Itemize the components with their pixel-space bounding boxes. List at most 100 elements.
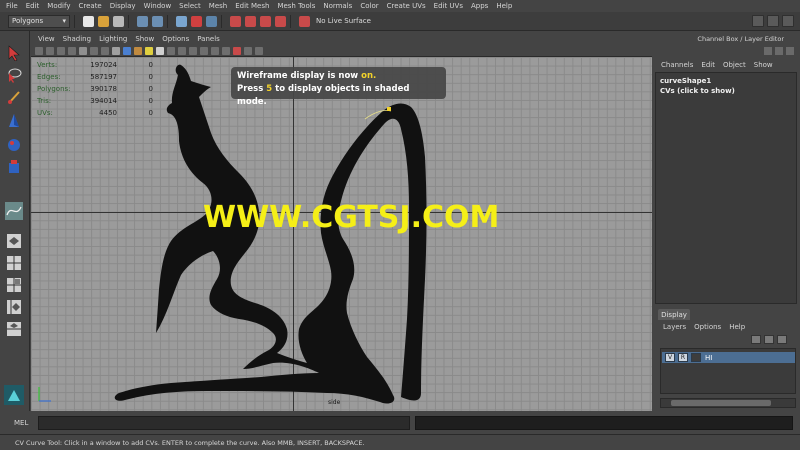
layer-editor-toggle-icon[interactable] bbox=[775, 47, 783, 55]
bookmarks-icon[interactable] bbox=[57, 46, 65, 55]
resolution-gate-icon[interactable] bbox=[101, 46, 109, 55]
layer-display-type-toggle[interactable]: R bbox=[678, 353, 688, 362]
create-empty-layer-icon[interactable] bbox=[764, 335, 774, 344]
command-language-toggle[interactable]: MEL bbox=[14, 419, 28, 427]
menu-window[interactable]: Window bbox=[141, 2, 177, 10]
select-camera-icon[interactable] bbox=[35, 46, 43, 55]
layout-grid-pane[interactable] bbox=[4, 275, 24, 295]
move-layer-up-icon[interactable] bbox=[751, 335, 761, 344]
move-tool[interactable] bbox=[4, 111, 24, 131]
camera-attributes-icon[interactable] bbox=[46, 46, 54, 55]
combined-view-toggle-icon[interactable] bbox=[786, 47, 794, 55]
menu-modify[interactable]: Modify bbox=[44, 2, 75, 10]
lasso-tool[interactable] bbox=[4, 65, 24, 85]
layer-row[interactable]: V R HI bbox=[662, 352, 795, 363]
depth-of-field-icon[interactable] bbox=[222, 46, 230, 55]
paint-select-tool[interactable] bbox=[4, 87, 24, 107]
layer-visibility-toggle[interactable]: V bbox=[665, 353, 675, 362]
panel-menu-show[interactable]: Show bbox=[131, 35, 158, 43]
menu-display[interactable]: Display bbox=[107, 2, 141, 10]
snap-point-icon[interactable] bbox=[260, 15, 271, 27]
new-scene-icon[interactable] bbox=[83, 15, 94, 27]
redo-icon[interactable] bbox=[152, 15, 163, 27]
shadows-icon[interactable] bbox=[156, 46, 164, 55]
menu-edit-mesh[interactable]: Edit Mesh bbox=[232, 2, 274, 10]
last-tool-curve[interactable] bbox=[4, 201, 24, 221]
xray-icon[interactable] bbox=[178, 46, 186, 55]
frame-icon[interactable] bbox=[244, 46, 252, 55]
textured-icon[interactable] bbox=[134, 46, 142, 55]
menu-normals[interactable]: Normals bbox=[320, 2, 357, 10]
panel-menu-shading[interactable]: Shading bbox=[59, 35, 95, 43]
toggle-channel-box-icon[interactable] bbox=[782, 15, 794, 27]
hud-toggle-icon[interactable] bbox=[255, 46, 263, 55]
tab-display[interactable]: Display bbox=[658, 309, 690, 320]
layer-scrollbar[interactable] bbox=[660, 398, 796, 408]
scale-tool[interactable] bbox=[4, 157, 24, 177]
menu-set-dropdown[interactable]: Polygons ▾ bbox=[8, 14, 70, 28]
live-surface-icon[interactable] bbox=[299, 15, 310, 27]
undo-icon[interactable] bbox=[137, 15, 148, 27]
menu-apps[interactable]: Apps bbox=[468, 2, 493, 10]
menu-color[interactable]: Color bbox=[357, 2, 383, 10]
select-object-icon[interactable] bbox=[191, 15, 202, 27]
wireframe-icon[interactable] bbox=[112, 46, 120, 55]
snap-surface-icon[interactable] bbox=[275, 15, 286, 27]
save-scene-icon[interactable] bbox=[113, 15, 124, 27]
select-hierarchy-icon[interactable] bbox=[176, 15, 187, 27]
isolate-icon[interactable] bbox=[233, 46, 241, 55]
lights-icon[interactable] bbox=[145, 46, 153, 55]
toggle-tool-settings-icon[interactable] bbox=[767, 15, 779, 27]
panel-menu-lighting[interactable]: Lighting bbox=[95, 35, 131, 43]
select-tool[interactable] bbox=[4, 43, 24, 63]
layer-menu-options[interactable]: Options bbox=[694, 323, 721, 331]
smooth-shade-icon[interactable] bbox=[123, 46, 131, 55]
layout-single-pane[interactable] bbox=[4, 231, 24, 251]
workspace-icon-button[interactable] bbox=[4, 385, 24, 405]
layer-menu-layers[interactable]: Layers bbox=[663, 323, 686, 331]
layout-outliner-pane[interactable] bbox=[4, 297, 24, 317]
cb-menu-channels[interactable]: Channels bbox=[661, 61, 693, 69]
create-layer-from-selection-icon[interactable] bbox=[777, 335, 787, 344]
snap-grid-icon[interactable] bbox=[230, 15, 241, 27]
object-name[interactable]: curveShape1 bbox=[660, 76, 735, 86]
scrollbar-thumb[interactable] bbox=[671, 400, 771, 406]
command-input[interactable] bbox=[38, 416, 410, 430]
menu-help[interactable]: Help bbox=[493, 2, 517, 10]
menu-edit-uvs[interactable]: Edit UVs bbox=[431, 2, 468, 10]
cb-menu-edit[interactable]: Edit bbox=[701, 61, 715, 69]
isolate-select-icon[interactable] bbox=[167, 46, 175, 55]
cvs-toggle[interactable]: CVs (click to show) bbox=[660, 86, 735, 96]
menu-create-uvs[interactable]: Create UVs bbox=[384, 2, 431, 10]
film-gate-icon[interactable] bbox=[90, 46, 98, 55]
cb-menu-show[interactable]: Show bbox=[754, 61, 773, 69]
menu-create[interactable]: Create bbox=[75, 2, 106, 10]
ambient-occlusion-icon[interactable] bbox=[200, 46, 208, 55]
xray-joints-icon[interactable] bbox=[189, 46, 197, 55]
snap-curve-icon[interactable] bbox=[245, 15, 256, 27]
menu-file[interactable]: File bbox=[3, 2, 23, 10]
cb-menu-object[interactable]: Object bbox=[723, 61, 746, 69]
live-surface-label: No Live Surface bbox=[316, 17, 371, 25]
panel-menu-panels[interactable]: Panels bbox=[193, 35, 224, 43]
open-scene-icon[interactable] bbox=[98, 15, 109, 27]
image-plane-icon[interactable] bbox=[68, 46, 76, 55]
grid-toggle-icon[interactable] bbox=[79, 46, 87, 55]
rotate-tool[interactable] bbox=[4, 135, 24, 155]
panel-menu-options[interactable]: Options bbox=[158, 35, 193, 43]
layout-persp-graph[interactable] bbox=[4, 319, 24, 339]
menu-mesh[interactable]: Mesh bbox=[206, 2, 232, 10]
select-component-icon[interactable] bbox=[206, 15, 217, 27]
side-viewport[interactable]: Verts: 197024 0 Edges: 587197 0 Polygons… bbox=[31, 57, 652, 411]
menu-select[interactable]: Select bbox=[176, 2, 206, 10]
layer-menu-help[interactable]: Help bbox=[729, 323, 745, 331]
menu-mesh-tools[interactable]: Mesh Tools bbox=[274, 2, 320, 10]
menu-edit[interactable]: Edit bbox=[23, 2, 45, 10]
toggle-attribute-editor-icon[interactable] bbox=[752, 15, 764, 27]
layer-name[interactable]: HI bbox=[705, 354, 712, 362]
antialias-icon[interactable] bbox=[211, 46, 219, 55]
panel-menu-view[interactable]: View bbox=[34, 35, 59, 43]
layer-color-swatch[interactable] bbox=[691, 353, 701, 362]
channel-box-toggle-icon[interactable] bbox=[764, 47, 772, 55]
layout-four-pane[interactable] bbox=[4, 253, 24, 273]
